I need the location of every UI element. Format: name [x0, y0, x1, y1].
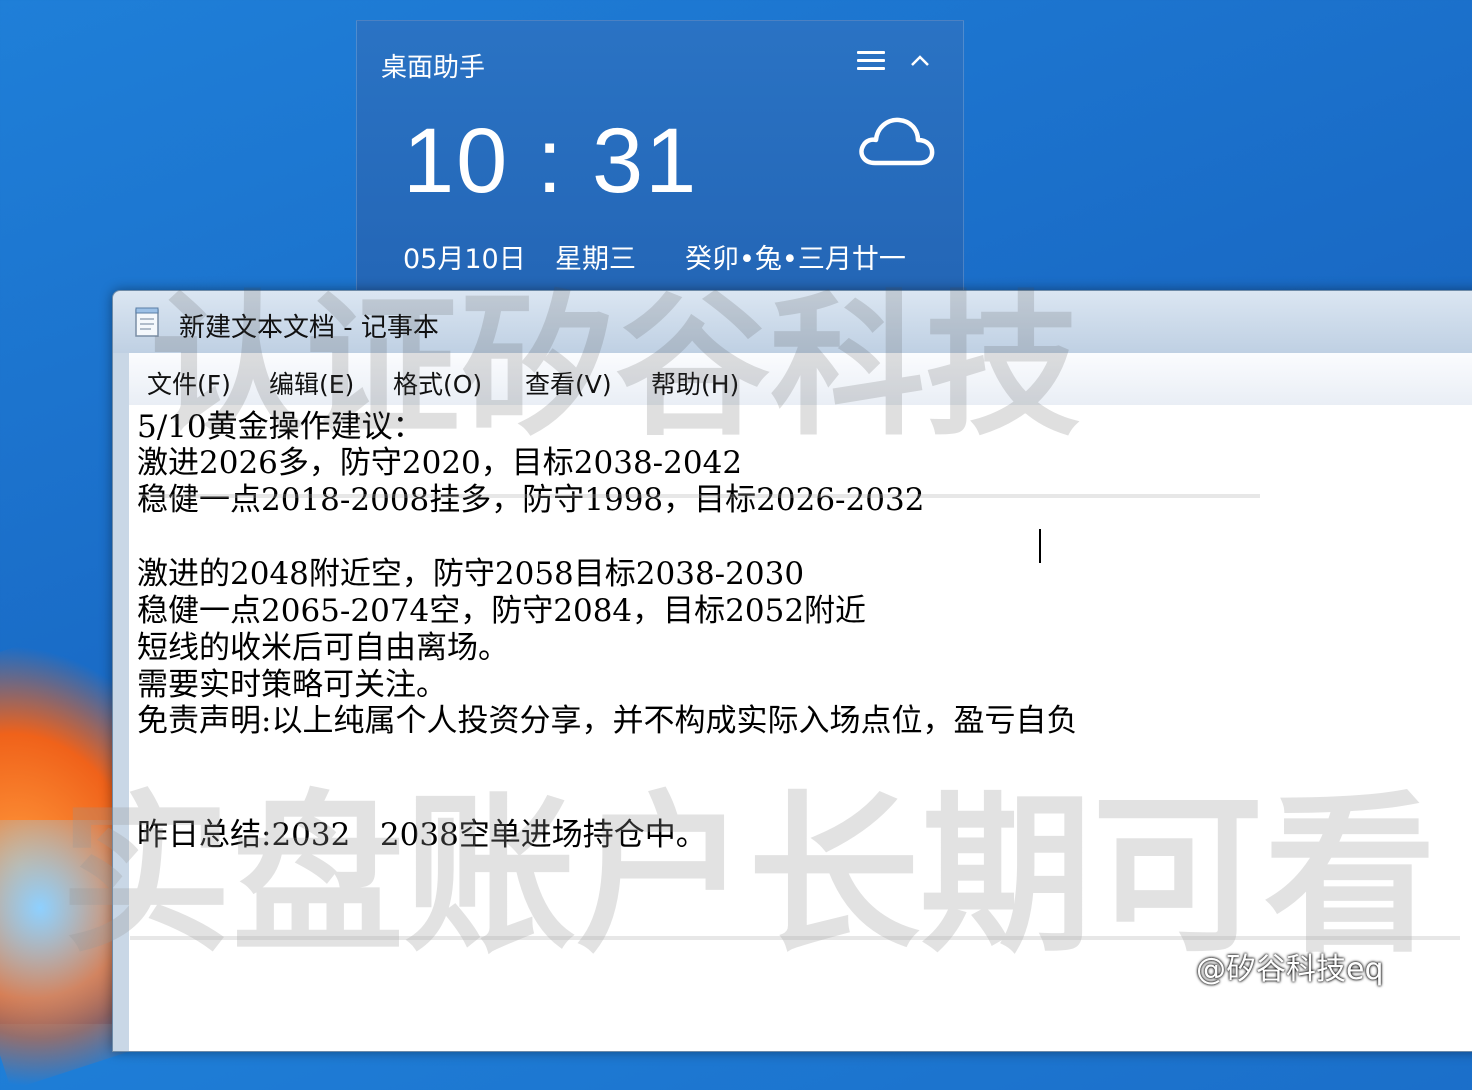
clock-time: 10 : 31	[403, 110, 699, 212]
text-line: 稳健一点2065-2074空，防守2084，目标2052附近	[137, 593, 867, 629]
text-line: 昨日总结:2032 2038空单进场持仓中。	[137, 817, 707, 853]
watermark-underline-top	[140, 494, 1260, 498]
menu-view[interactable]: 查看(V)	[525, 365, 612, 401]
widget-title: 桌面助手	[381, 53, 486, 83]
window-title: 新建文本文档 - 记事本	[179, 313, 439, 343]
notepad-app-icon	[135, 307, 159, 337]
watermark-underline-bottom	[130, 936, 1460, 940]
widget-lunar-date: 癸卯•兔•三月廿一	[685, 244, 906, 275]
collapse-chevron-up-icon[interactable]	[907, 49, 933, 73]
desktop-assistant-widget: 桌面助手 10 : 31 05月10日 星期三 癸卯•兔•三月廿一	[356, 20, 964, 292]
menu-edit[interactable]: 编辑(E)	[269, 365, 354, 401]
source-credit: @矽谷科技eq	[1196, 952, 1384, 987]
widget-weekday: 星期三	[555, 244, 636, 275]
menu-help[interactable]: 帮助(H)	[651, 365, 739, 401]
hamburger-menu-icon[interactable]	[857, 51, 885, 73]
text-line: 激进的2048附近空，防守2058目标2038-2030	[137, 556, 805, 592]
text-line: 需要实时策略可关注。	[137, 667, 447, 703]
text-line: 激进2026多，防守2020，目标2038-2042	[137, 445, 743, 481]
text-line: 5/10黄金操作建议：	[137, 409, 424, 445]
widget-date: 05月10日	[403, 244, 526, 275]
menu-bar: 文件(F) 编辑(E) 格式(O) 查看(V) 帮助(H)	[129, 353, 1472, 406]
notepad-titlebar[interactable]: 新建文本文档 - 记事本	[113, 291, 1472, 353]
text-cursor	[1039, 529, 1041, 563]
menu-file[interactable]: 文件(F)	[147, 365, 231, 401]
text-line: 稳健一点2018-2008挂多，防守1998，目标2026-2032	[137, 482, 925, 518]
text-line: 短线的收米后可自由离场。	[137, 630, 509, 666]
text-line: 免责声明:以上纯属个人投资分享，并不构成实际入场点位，盈亏自负	[137, 703, 1078, 739]
menu-format[interactable]: 格式(O)	[393, 365, 482, 401]
cloud-icon	[857, 111, 935, 171]
